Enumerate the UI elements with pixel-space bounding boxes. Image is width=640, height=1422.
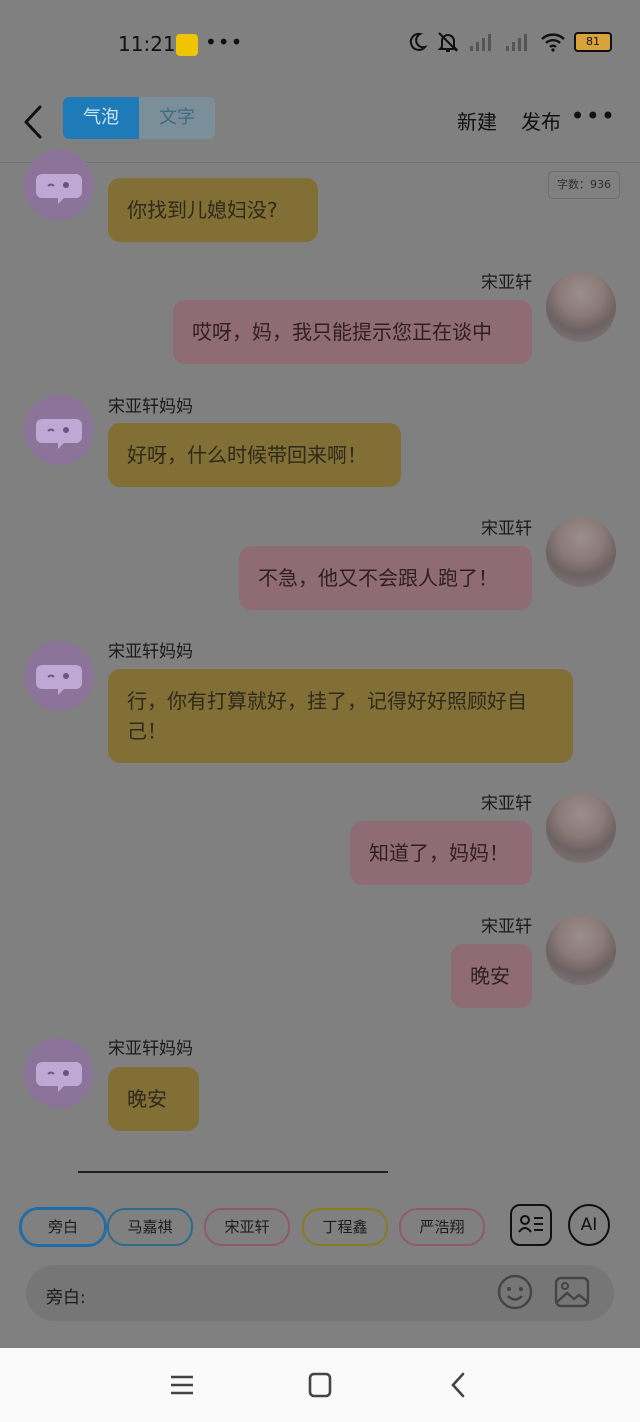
mode-switch: 气泡 文字 bbox=[63, 97, 215, 139]
chat-bubble-icon bbox=[36, 174, 82, 204]
speaker-name: 宋亚轩妈妈 bbox=[108, 397, 193, 417]
signal-icon bbox=[470, 34, 491, 51]
mute-bell-icon bbox=[437, 32, 459, 52]
emoji-icon[interactable] bbox=[496, 1273, 534, 1311]
role-chip-yan-haoxiang[interactable]: 严浩翔 bbox=[399, 1208, 485, 1246]
speaker-name: 宋亚轩 bbox=[481, 519, 532, 539]
more-menu-icon[interactable]: ••• bbox=[571, 102, 616, 130]
status-icons: 81 bbox=[406, 30, 612, 54]
speaker-name: 宋亚轩 bbox=[481, 794, 532, 814]
message-bubble-right[interactable]: 哎呀，妈，我只能提示您正在谈中 bbox=[173, 300, 532, 364]
message-bubble-left[interactable]: 你找到儿媳妇没? bbox=[108, 178, 318, 242]
status-bar: 11:21 ••• 81 bbox=[0, 0, 640, 90]
more-notifications-icon: ••• bbox=[205, 30, 244, 54]
role-chip-narrator[interactable]: 旁白 bbox=[20, 1208, 106, 1246]
chat-bubble-icon bbox=[36, 419, 82, 449]
scroll-indicator bbox=[78, 1171, 388, 1173]
role-chip-song-yaxuan[interactable]: 宋亚轩 bbox=[204, 1208, 290, 1246]
narrator-avatar[interactable] bbox=[24, 1038, 94, 1108]
back-chevron-icon[interactable] bbox=[444, 1372, 474, 1398]
word-count-badge: 字数：936 bbox=[548, 171, 620, 199]
speaker-name: 宋亚轩妈妈 bbox=[108, 1039, 193, 1059]
back-arrow-icon[interactable] bbox=[18, 102, 48, 142]
tab-bubble[interactable]: 气泡 bbox=[63, 97, 139, 139]
moon-icon bbox=[409, 32, 428, 51]
character-avatar[interactable] bbox=[546, 272, 616, 342]
wifi-icon bbox=[541, 33, 565, 52]
character-avatar[interactable] bbox=[546, 915, 616, 985]
character-avatar[interactable] bbox=[546, 793, 616, 863]
role-selector: 旁白 马嘉祺 宋亚轩 丁程鑫 严浩翔 bbox=[20, 1208, 490, 1246]
message-bubble-left[interactable]: 行，你有打算就好，挂了，记得好好照顾好自己！ bbox=[108, 669, 573, 763]
publish-button[interactable]: 发布 bbox=[521, 106, 561, 135]
speaker-name: 宋亚轩 bbox=[481, 917, 532, 937]
app-notification-icon bbox=[176, 34, 198, 56]
speaker-name: 宋亚轩 bbox=[481, 273, 532, 293]
new-button[interactable]: 新建 bbox=[457, 106, 497, 135]
system-navigation-bar bbox=[0, 1348, 640, 1422]
menu-icon[interactable] bbox=[167, 1372, 197, 1398]
message-bubble-left[interactable]: 好呀，什么时候带回来啊！ bbox=[108, 423, 401, 487]
tab-text[interactable]: 文字 bbox=[139, 97, 215, 139]
image-icon[interactable] bbox=[553, 1273, 591, 1311]
top-navigation: 气泡 文字 新建 发布 ••• bbox=[0, 90, 640, 163]
role-chip-ding-chengxin[interactable]: 丁程鑫 bbox=[302, 1208, 388, 1246]
input-role-label: 旁白: bbox=[46, 1288, 86, 1308]
home-square-icon[interactable] bbox=[305, 1372, 335, 1398]
narrator-avatar[interactable] bbox=[24, 641, 94, 711]
message-bubble-right[interactable]: 知道了，妈妈！ bbox=[350, 821, 532, 885]
role-chip-ma-jiaqi[interactable]: 马嘉祺 bbox=[107, 1208, 193, 1246]
speaker-name: 宋亚轩妈妈 bbox=[108, 642, 193, 662]
narrator-avatar bbox=[24, 150, 94, 220]
message-bubble-left[interactable]: 晚安 bbox=[108, 1067, 199, 1131]
message-input-bar[interactable]: 旁白: bbox=[26, 1265, 614, 1321]
battery-icon: 81 bbox=[574, 32, 612, 52]
narrator-avatar[interactable] bbox=[24, 395, 94, 465]
character-avatar[interactable] bbox=[546, 517, 616, 587]
signal-2-icon bbox=[506, 34, 527, 51]
message-bubble-right[interactable]: 不急，他又不会跟人跑了！ bbox=[239, 546, 532, 610]
status-time: 11:21 bbox=[118, 32, 176, 56]
chat-bubble-icon bbox=[36, 1062, 82, 1092]
message-bubble-right[interactable]: 晚安 bbox=[451, 944, 532, 1008]
chat-bubble-icon bbox=[36, 665, 82, 695]
contact-card-icon[interactable] bbox=[510, 1204, 552, 1246]
ai-button[interactable]: AI bbox=[568, 1204, 610, 1246]
